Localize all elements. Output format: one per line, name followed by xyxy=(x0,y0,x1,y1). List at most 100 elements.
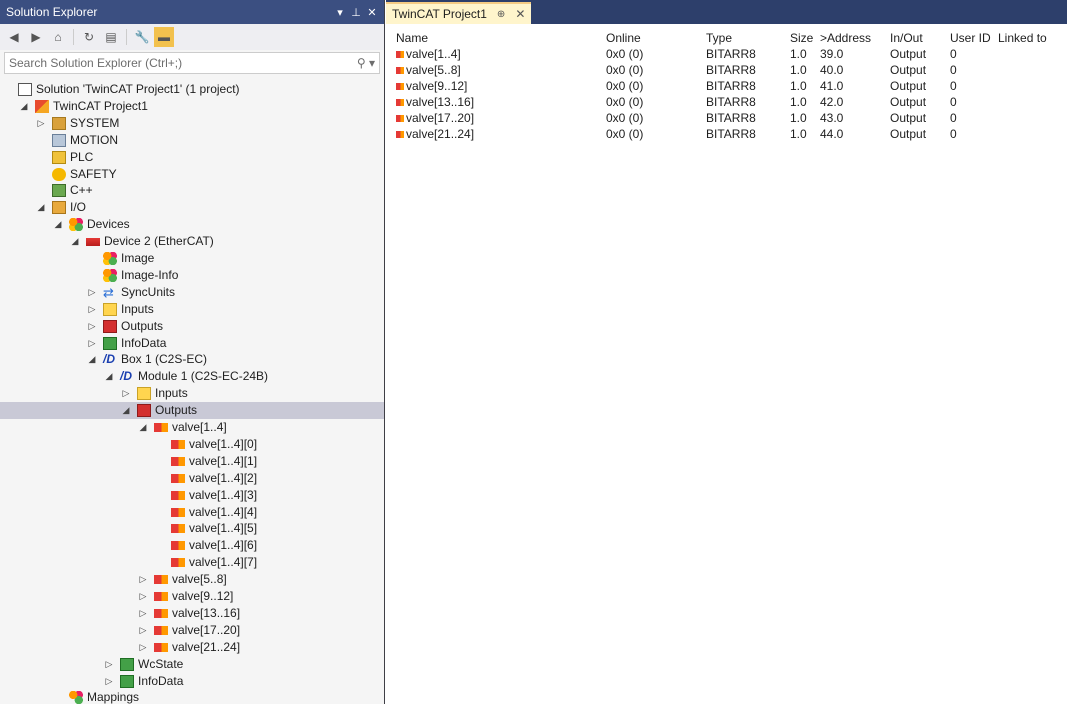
collapse-icon[interactable]: ◢ xyxy=(19,98,29,115)
tab-close-icon[interactable]: ✕ xyxy=(515,7,525,21)
properties-icon[interactable]: 🔧 xyxy=(132,27,152,47)
tree-item[interactable]: Image-Info xyxy=(0,267,384,284)
tree-item[interactable]: ▷ Inputs xyxy=(0,301,384,318)
tree-item[interactable]: ▷ valve[5..8] xyxy=(0,571,384,588)
tree-item[interactable]: ◢ /D Module 1 (C2S-EC-24B) xyxy=(0,368,384,385)
table-row[interactable]: valve[1..4] 0x0 (0) BITARR8 1.0 39.0 Output 0 xyxy=(396,46,1067,62)
tree-item-label: valve[13..16] xyxy=(172,605,241,620)
expand-icon[interactable]: ▷ xyxy=(87,335,97,352)
column-header[interactable]: In/Out xyxy=(890,30,923,46)
expand-icon[interactable]: ▷ xyxy=(138,571,148,588)
cell-size: 1.0 xyxy=(790,95,807,109)
tree-item[interactable]: valve[1..4][3] xyxy=(0,487,384,504)
tree-item[interactable]: ▷ valve[17..20] xyxy=(0,622,384,639)
tree-item[interactable]: ◢ /D Box 1 (C2S-EC) xyxy=(0,351,384,368)
tree-item[interactable]: ▷ InfoData xyxy=(0,673,384,690)
tree-item[interactable]: ◢ valve[1..4] xyxy=(0,419,384,436)
tree-item[interactable]: Solution 'TwinCAT Project1' (1 project) xyxy=(0,81,384,98)
tree-item[interactable]: valve[1..4][6] xyxy=(0,537,384,554)
cell-type: BITARR8 xyxy=(706,47,756,61)
sync-icon[interactable]: ↻ xyxy=(79,27,99,47)
table-row[interactable]: valve[9..12] 0x0 (0) BITARR8 1.0 41.0 Output 0 xyxy=(396,78,1067,94)
tree-item[interactable]: valve[1..4][2] xyxy=(0,470,384,487)
tree-item[interactable]: ▷ InfoData xyxy=(0,335,384,352)
tree-item[interactable]: valve[1..4][5] xyxy=(0,520,384,537)
tree-item[interactable]: valve[1..4][0] xyxy=(0,436,384,453)
tree-item[interactable]: ◢ TwinCAT Project1 xyxy=(0,98,384,115)
column-header[interactable]: Type xyxy=(706,30,732,46)
collapse-icon[interactable]: ◢ xyxy=(138,419,148,436)
tree-item[interactable]: MOTION xyxy=(0,132,384,149)
search-icon[interactable]: ⚲ ▾ xyxy=(357,56,375,70)
table-row[interactable]: valve[21..24] 0x0 (0) BITARR8 1.0 44.0 Output… xyxy=(396,126,1067,142)
preview-icon[interactable]: ▬ xyxy=(154,27,174,47)
expand-icon[interactable]: ▷ xyxy=(138,605,148,622)
tree-item[interactable]: Image xyxy=(0,250,384,267)
tree-item[interactable]: ◢ Device 2 (EtherCAT) xyxy=(0,233,384,250)
table-row[interactable]: valve[13..16] 0x0 (0) BITARR8 1.0 42.0 Output… xyxy=(396,94,1067,110)
tree-item[interactable]: ▷ WcState xyxy=(0,656,384,673)
expand-icon[interactable]: ▷ xyxy=(121,385,131,402)
tree-item[interactable]: ▷ valve[13..16] xyxy=(0,605,384,622)
cell-online: 0x0 (0) xyxy=(606,79,644,93)
tree-item[interactable]: ◢ Outputs xyxy=(0,402,384,420)
tree-item[interactable]: valve[1..4][4] xyxy=(0,504,384,521)
tree-item[interactable]: ▷ SYSTEM xyxy=(0,115,384,132)
home-icon[interactable]: ⌂ xyxy=(48,27,68,47)
document-tab[interactable]: TwinCAT Project1 ⊕ ✕ xyxy=(386,2,532,24)
document-tabbar: TwinCAT Project1 ⊕ ✕ xyxy=(386,0,1067,24)
pin-icon[interactable]: ⊥ xyxy=(348,6,364,19)
tree-item[interactable]: SAFETY xyxy=(0,166,384,183)
column-header[interactable]: Size xyxy=(790,30,813,46)
tree-item[interactable]: ▷ Inputs xyxy=(0,385,384,402)
tree-item-label: SyncUnits xyxy=(121,284,176,299)
column-header[interactable]: Name xyxy=(396,30,428,46)
column-header[interactable]: Online xyxy=(606,30,641,46)
grid-header: Name Online Type Size >Address In/Out User ID L… xyxy=(396,30,1067,46)
column-header[interactable]: >Address xyxy=(820,30,871,46)
expand-icon[interactable]: ▷ xyxy=(138,639,148,656)
collapse-icon[interactable]: ◢ xyxy=(104,368,114,385)
tree-item[interactable]: ▷ ⇄ SyncUnits xyxy=(0,284,384,301)
collapse-icon[interactable]: ◢ xyxy=(121,402,131,419)
forward-icon[interactable]: ▶ xyxy=(26,27,46,47)
expand-icon[interactable]: ▷ xyxy=(36,115,46,132)
tree-item[interactable]: PLC xyxy=(0,149,384,166)
collapse-icon[interactable]: ◢ xyxy=(70,233,80,250)
collapse-icon[interactable]: ◢ xyxy=(87,351,97,368)
tree-item[interactable]: ▷ valve[9..12] xyxy=(0,588,384,605)
cell-type: BITARR8 xyxy=(706,111,756,125)
tree-item[interactable]: valve[1..4][7] xyxy=(0,554,384,571)
dropdown-icon[interactable]: ▾ xyxy=(332,6,348,19)
table-row[interactable]: valve[5..8] 0x0 (0) BITARR8 1.0 40.0 Output 0 xyxy=(396,62,1067,78)
tree-item[interactable]: Mappings xyxy=(0,689,384,704)
expand-icon[interactable]: ▷ xyxy=(138,622,148,639)
tree-item[interactable]: C++ xyxy=(0,182,384,199)
variables-grid: Name Online Type Size >Address In/Out User ID L… xyxy=(396,30,1067,142)
column-header[interactable]: User ID xyxy=(950,30,991,46)
expand-icon[interactable]: ▷ xyxy=(87,318,97,335)
expand-icon[interactable]: ▷ xyxy=(87,301,97,318)
expand-icon[interactable]: ▷ xyxy=(104,673,114,690)
row-name-cell: valve[9..12] xyxy=(396,78,467,94)
tree-item-label: WcState xyxy=(138,656,184,671)
tree-item[interactable]: ▷ valve[21..24] xyxy=(0,639,384,656)
tree-item[interactable]: ◢ I/O xyxy=(0,199,384,216)
tree-item-label: Outputs xyxy=(155,403,198,418)
table-row[interactable]: valve[17..20] 0x0 (0) BITARR8 1.0 43.0 Output… xyxy=(396,110,1067,126)
collapse-all-icon[interactable]: ▤ xyxy=(101,27,121,47)
close-icon[interactable]: ✕ xyxy=(364,6,380,19)
tree-item-label: valve[1..4][7] xyxy=(189,555,258,570)
tree-item[interactable]: valve[1..4][1] xyxy=(0,453,384,470)
tab-pin-icon[interactable]: ⊕ xyxy=(497,9,505,20)
tree-item[interactable]: ◢ Devices xyxy=(0,216,384,233)
back-icon[interactable]: ◀ xyxy=(4,27,24,47)
tree-item[interactable]: ▷ Outputs xyxy=(0,318,384,335)
search-box[interactable]: Search Solution Explorer (Ctrl+;) ⚲ ▾ xyxy=(4,52,380,74)
column-header[interactable]: Linked to xyxy=(998,30,1047,46)
expand-icon[interactable]: ▷ xyxy=(138,588,148,605)
expand-icon[interactable]: ▷ xyxy=(104,656,114,673)
collapse-icon[interactable]: ◢ xyxy=(53,216,63,233)
collapse-icon[interactable]: ◢ xyxy=(36,199,46,216)
expand-icon[interactable]: ▷ xyxy=(87,284,97,301)
